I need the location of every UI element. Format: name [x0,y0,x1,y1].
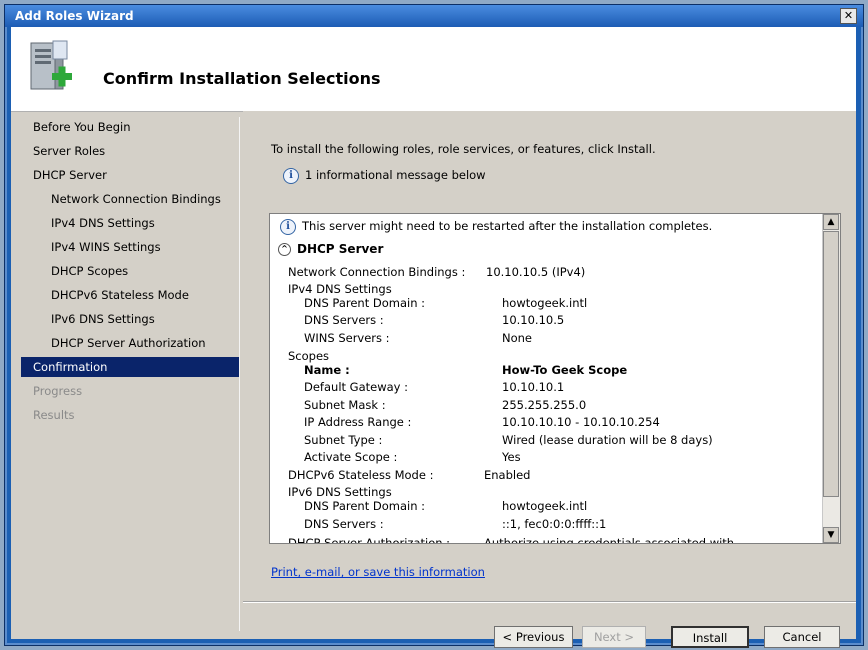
detail-label: DNS Parent Domain : [304,499,426,513]
nav-item-server-roles[interactable]: Server Roles [21,141,239,161]
scroll-down-icon[interactable]: ▼ [823,527,839,543]
nav-item-ipv4-dns-settings[interactable]: IPv4 DNS Settings [21,213,239,233]
close-button[interactable]: ✕ [840,8,857,24]
nav-item-dhcp-server-authorization[interactable]: DHCP Server Authorization [21,333,239,353]
vertical-scrollbar[interactable]: ▲ ▼ [822,214,840,543]
detail-label: IP Address Range : [304,415,412,429]
restart-notice: i This server might need to be restarted … [280,218,712,235]
detail-value: Yes [502,450,521,464]
detail-value: Wired (lease duration will be 8 days) [502,433,713,447]
detail-label: DHCPv6 Stateless Mode : [288,468,434,482]
previous-button[interactable]: < Previous [494,626,573,648]
scroll-up-icon[interactable]: ▲ [823,214,839,230]
page-title: Confirm Installation Selections [103,69,381,88]
collapse-icon[interactable]: ^ [278,243,291,256]
cancel-button[interactable]: Cancel [764,626,840,648]
detail-value: Authorize using credentials associated w… [484,536,735,543]
next-button: Next > [582,626,646,648]
nav-item-results: Results [33,408,75,422]
detail-value: 10.10.10.10 - 10.10.10.254 [502,415,660,429]
info-message-text: 1 informational message below [305,168,486,182]
info-message: i 1 informational message below [283,166,486,184]
server-add-icon [30,40,72,90]
detail-value: howtogeek.intl [502,499,588,513]
detail-label: Subnet Mask : [304,398,386,412]
scrollbar-thumb[interactable] [823,231,839,497]
detail-label: Name : [304,363,350,377]
nav-item-dhcp-server[interactable]: DHCP Server [21,165,239,185]
detail-value: howtogeek.intl [502,296,588,310]
add-roles-wizard-window: Add Roles Wizard ✕ Confirm Installation … [4,4,864,648]
detail-label: Subnet Type : [304,433,383,447]
detail-label: DNS Servers : [304,517,384,531]
wizard-content: To install the following roles, role ser… [243,111,856,648]
detail-value: Enabled [484,468,531,482]
dhcp-server-section-header[interactable]: ^ DHCP Server [278,241,383,258]
detail-label: WINS Servers : [304,331,390,345]
detail-value: ::1, fec0:0:0:ffff::1 [502,517,607,531]
detail-value: How-To Geek Scope [502,363,628,377]
detail-label: DHCP Server Authorization : [288,536,451,543]
title-bar: Add Roles Wizard ✕ [5,5,863,27]
wizard-header: Confirm Installation Selections [11,27,856,112]
nav-item-progress: Progress [33,384,83,398]
footer-divider [243,601,856,603]
window-title: Add Roles Wizard [15,9,134,23]
intro-text: To install the following roles, role ser… [271,142,656,156]
detail-value: None [502,331,533,345]
detail-label: Network Connection Bindings : [288,265,466,279]
detail-value: 10.10.10.1 [502,380,565,394]
wizard-nav: Before You Begin Server Roles DHCP Serve… [21,117,240,631]
nav-item-ipv6-dns-settings[interactable]: IPv6 DNS Settings [21,309,239,329]
detail-value: 10.10.10.5 (IPv4) [486,265,586,279]
detail-label: DNS Servers : [304,313,384,327]
print-email-save-link[interactable]: Print, e-mail, or save this information [271,565,485,579]
nav-item-confirmation[interactable]: Confirmation [21,357,239,377]
detail-label: DNS Parent Domain : [304,296,426,310]
restart-notice-text: This server might need to be restarted a… [302,219,713,233]
nav-item-dhcp-scopes[interactable]: DHCP Scopes [21,261,239,281]
detail-value: 10.10.10.5 [502,313,565,327]
nav-item-ipv4-wins-settings[interactable]: IPv4 WINS Settings [21,237,239,257]
wizard-client-area: Confirm Installation Selections Before Y… [11,27,856,648]
nav-item-dhcpv6-stateless-mode[interactable]: DHCPv6 Stateless Mode [21,285,239,305]
detail-label: Activate Scope : [304,450,398,464]
section-title: DHCP Server [297,242,384,256]
nav-item-network-connection-bindings[interactable]: Network Connection Bindings [21,189,239,209]
detail-label: Default Gateway : [304,380,409,394]
nav-item-before-you-begin[interactable]: Before You Begin [21,117,239,137]
install-button[interactable]: Install [671,626,749,648]
confirmation-panel[interactable]: i This server might need to be restarted … [269,213,841,544]
detail-value: 255.255.255.0 [502,398,587,412]
info-icon: i [280,218,296,235]
info-icon: i [283,167,299,184]
confirmation-panel-content: i This server might need to be restarted … [270,214,822,543]
